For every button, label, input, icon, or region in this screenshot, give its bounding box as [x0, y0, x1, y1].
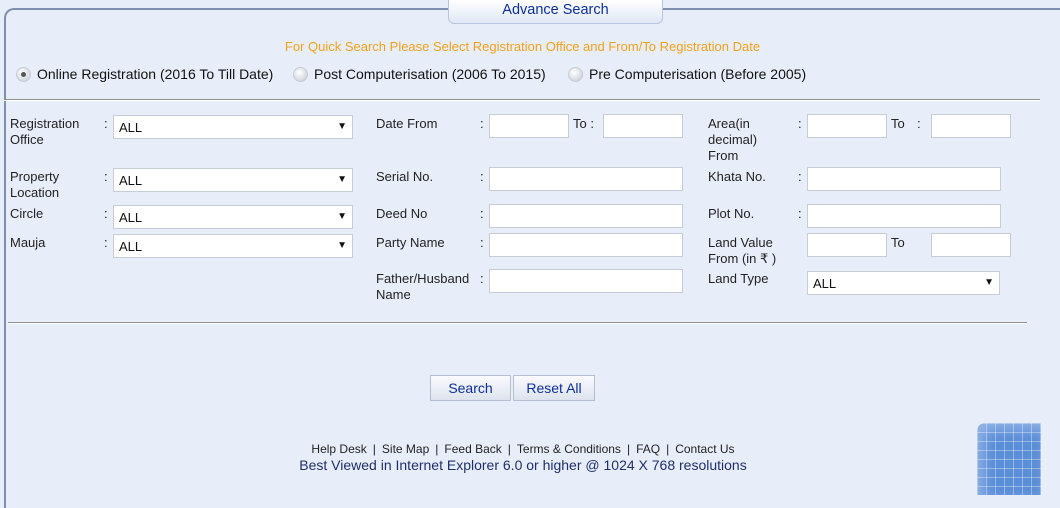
date-to-input[interactable]: [603, 114, 683, 138]
colon: :: [104, 116, 108, 131]
radio-unselected-icon[interactable]: [568, 66, 583, 82]
area-to-input[interactable]: [931, 114, 1011, 138]
father-husband-name-input[interactable]: [489, 269, 683, 293]
area-from-input[interactable]: [807, 114, 887, 138]
khata-no-label: Khata No.: [708, 169, 766, 184]
land-value-from-input[interactable]: [807, 233, 887, 257]
search-button[interactable]: Search: [430, 375, 511, 401]
party-name-input[interactable]: [489, 233, 683, 257]
chevron-down-icon: ▼: [337, 174, 347, 185]
footer-link-site-map[interactable]: Site Map: [382, 442, 429, 456]
colon: :: [480, 206, 484, 221]
advance-search-panel: [4, 8, 1060, 508]
footer-link-help-desk[interactable]: Help Desk: [311, 442, 366, 456]
footer-link-terms[interactable]: Terms & Conditions: [517, 442, 621, 456]
colon: :: [798, 169, 802, 184]
date-from-label: Date From: [376, 116, 438, 131]
footer-link-contact-us[interactable]: Contact Us: [675, 442, 734, 456]
radio-online-registration[interactable]: Online Registration (2016 To Till Date): [16, 66, 273, 82]
radio-post-computerisation[interactable]: Post Computerisation (2006 To 2015): [293, 66, 546, 82]
land-type-label: Land Type: [708, 271, 769, 286]
selected-value: ALL: [119, 210, 143, 225]
serial-no-input[interactable]: [489, 167, 683, 191]
quick-search-notice: For Quick Search Please Select Registrat…: [284, 39, 761, 54]
separator: |: [626, 442, 631, 456]
separator: |: [372, 442, 376, 456]
chevron-down-icon: ▼: [984, 277, 994, 288]
land-type-select[interactable]: ALL ▼: [807, 271, 1000, 295]
colon: :: [480, 235, 484, 250]
colon: :: [917, 116, 921, 131]
selected-value: ALL: [119, 173, 143, 188]
registration-office-select[interactable]: ALL ▼: [113, 115, 353, 139]
chevron-down-icon: ▼: [337, 240, 347, 251]
separator: |: [435, 442, 439, 456]
radio-pre-computerisation[interactable]: Pre Computerisation (Before 2005): [568, 66, 806, 82]
radio-unselected-icon[interactable]: [293, 66, 308, 82]
radio-label: Pre Computerisation (Before 2005): [589, 66, 807, 82]
selected-value: ALL: [813, 276, 837, 291]
colon: :: [104, 169, 108, 184]
father-husband-name-label: Father/Husband Name: [376, 271, 470, 302]
selected-value: ALL: [119, 239, 143, 254]
reset-all-button[interactable]: Reset All: [513, 375, 595, 401]
land-value-to-label: To: [891, 235, 905, 250]
area-from-label: Area(in decimal) From: [708, 116, 758, 163]
divider: [8, 322, 1027, 324]
circle-label: Circle: [10, 206, 44, 221]
colon: :: [480, 169, 484, 184]
mauja-select[interactable]: ALL ▼: [113, 234, 353, 258]
colon: :: [104, 235, 108, 250]
separator: |: [666, 442, 670, 456]
party-name-label: Party Name: [376, 235, 445, 250]
divider: [4, 99, 1040, 101]
chevron-down-icon: ▼: [337, 211, 347, 222]
selected-value: ALL: [119, 120, 143, 135]
colon: :: [104, 206, 108, 221]
footer-link-feed-back[interactable]: Feed Back: [444, 442, 501, 456]
radio-label: Post Computerisation (2006 To 2015): [314, 66, 546, 82]
serial-no-label: Serial No.: [376, 169, 434, 184]
mauja-label: Mauja: [10, 235, 46, 250]
plot-no-input[interactable]: [807, 204, 1001, 228]
radio-label: Online Registration (2016 To Till Date): [37, 66, 274, 82]
deed-no-input[interactable]: [489, 204, 683, 228]
chevron-down-icon: ▼: [337, 121, 347, 132]
radio-selected-icon[interactable]: [16, 66, 31, 82]
area-to-label: To: [891, 116, 905, 131]
colon: :: [480, 116, 484, 131]
circle-select[interactable]: ALL ▼: [113, 205, 353, 229]
decorative-grid-graphic: [977, 423, 1041, 495]
panel-title: Advance Search: [448, 0, 663, 24]
colon: :: [798, 116, 802, 131]
colon: :: [798, 206, 802, 221]
colon: :: [480, 271, 484, 286]
footer-links: Help Desk | Site Map | Feed Back | Terms & Con…: [0, 442, 1046, 456]
separator: |: [507, 442, 511, 456]
date-from-input[interactable]: [489, 114, 569, 138]
land-value-from-label: Land Value From (in ₹ ): [708, 235, 777, 266]
deed-no-label: Deed No: [376, 206, 428, 221]
property-location-select[interactable]: ALL ▼: [113, 168, 353, 192]
plot-no-label: Plot No.: [708, 206, 755, 221]
khata-no-input[interactable]: [807, 167, 1001, 191]
property-location-label: Property Location: [10, 169, 60, 200]
date-to-label: To :: [573, 116, 594, 131]
footer-link-faq[interactable]: FAQ: [636, 442, 660, 456]
registration-office-label: Registration Office: [10, 116, 80, 147]
browser-recommendation-note: Best Viewed in Internet Explorer 6.0 or …: [299, 457, 747, 473]
land-value-to-input[interactable]: [931, 233, 1011, 257]
